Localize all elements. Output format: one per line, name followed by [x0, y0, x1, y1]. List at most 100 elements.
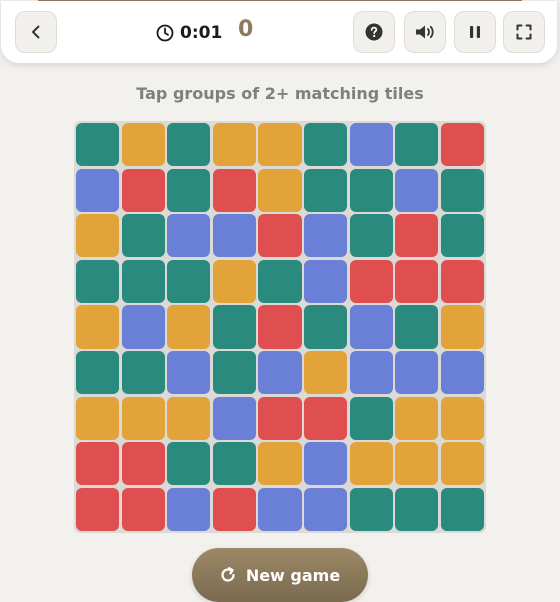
tile-r7-c1[interactable] [76, 396, 120, 440]
tile-r7-c2[interactable] [121, 396, 165, 440]
tile-r2-c2[interactable] [121, 168, 165, 212]
tile-r5-c5[interactable] [258, 305, 302, 349]
tile-r6-c2[interactable] [121, 351, 165, 395]
tile-r7-c8[interactable] [395, 396, 439, 440]
speaker-icon [416, 25, 434, 39]
tile-r1-c8[interactable] [395, 123, 439, 167]
tile-r3-c4[interactable] [212, 214, 256, 258]
fullscreen-icon [516, 24, 532, 40]
tile-r8-c5[interactable] [258, 442, 302, 486]
fullscreen-button[interactable] [503, 11, 545, 53]
tile-r9-c1[interactable] [76, 487, 120, 531]
tile-r9-c6[interactable] [304, 487, 348, 531]
pause-icon [470, 26, 480, 38]
tile-r1-c4[interactable] [212, 123, 256, 167]
tile-r3-c6[interactable] [304, 214, 348, 258]
tile-r1-c5[interactable] [258, 123, 302, 167]
tile-r3-c7[interactable] [349, 214, 393, 258]
tile-r9-c5[interactable] [258, 487, 302, 531]
tile-r2-c3[interactable] [167, 168, 211, 212]
tile-r8-c6[interactable] [304, 442, 348, 486]
tile-r4-c6[interactable] [304, 259, 348, 303]
sound-button[interactable] [404, 11, 446, 53]
tile-r6-c9[interactable] [440, 351, 484, 395]
tile-r4-c7[interactable] [349, 259, 393, 303]
tile-r8-c3[interactable] [167, 442, 211, 486]
tile-r1-c1[interactable] [76, 123, 120, 167]
tile-r1-c7[interactable] [349, 123, 393, 167]
help-button[interactable] [353, 11, 395, 53]
tile-r6-c1[interactable] [76, 351, 120, 395]
new-game-button[interactable]: New game [192, 548, 368, 602]
tile-r8-c8[interactable] [395, 442, 439, 486]
chevron-left-icon [32, 25, 40, 39]
tile-r7-c6[interactable] [304, 396, 348, 440]
tile-r9-c4[interactable] [212, 487, 256, 531]
tile-r3-c2[interactable] [121, 214, 165, 258]
tile-r5-c4[interactable] [212, 305, 256, 349]
restart-icon [221, 567, 235, 582]
tile-r7-c3[interactable] [167, 396, 211, 440]
tile-r6-c8[interactable] [395, 351, 439, 395]
tile-r4-c2[interactable] [121, 259, 165, 303]
tile-r9-c9[interactable] [440, 487, 484, 531]
tile-r7-c7[interactable] [349, 396, 393, 440]
tile-r6-c4[interactable] [212, 351, 256, 395]
tile-r2-c5[interactable] [258, 168, 302, 212]
tile-r3-c1[interactable] [76, 214, 120, 258]
tile-r3-c9[interactable] [440, 214, 484, 258]
tile-r4-c9[interactable] [440, 259, 484, 303]
tile-r9-c2[interactable] [121, 487, 165, 531]
tile-r1-c9[interactable] [440, 123, 484, 167]
pause-button[interactable] [454, 11, 496, 53]
tile-r7-c5[interactable] [258, 396, 302, 440]
tile-r2-c1[interactable] [76, 168, 120, 212]
tile-r8-c1[interactable] [76, 442, 120, 486]
tile-r7-c4[interactable] [212, 396, 256, 440]
tile-r7-c9[interactable] [440, 396, 484, 440]
tile-r3-c8[interactable] [395, 214, 439, 258]
tile-r2-c9[interactable] [440, 168, 484, 212]
tile-r3-c5[interactable] [258, 214, 302, 258]
instruction-text: Tap groups of 2+ matching tiles [136, 84, 424, 103]
tile-r5-c6[interactable] [304, 305, 348, 349]
tile-r5-c7[interactable] [349, 305, 393, 349]
timer-value: 0:01 [180, 23, 223, 43]
tile-r4-c4[interactable] [212, 259, 256, 303]
tile-r5-c1[interactable] [76, 305, 120, 349]
clock-icon [156, 24, 174, 42]
tile-r5-c2[interactable] [121, 305, 165, 349]
tile-r9-c8[interactable] [395, 487, 439, 531]
timer: 0:01 [156, 21, 222, 45]
game-board [74, 121, 486, 533]
tile-r8-c9[interactable] [440, 442, 484, 486]
tile-r6-c6[interactable] [304, 351, 348, 395]
game-header: 0:01 0 [1, 1, 557, 63]
tile-r4-c1[interactable] [76, 259, 120, 303]
tile-r5-c8[interactable] [395, 305, 439, 349]
tile-r1-c6[interactable] [304, 123, 348, 167]
tile-r4-c8[interactable] [395, 259, 439, 303]
tile-r6-c5[interactable] [258, 351, 302, 395]
tile-r2-c6[interactable] [304, 168, 348, 212]
tile-r8-c2[interactable] [121, 442, 165, 486]
tile-r8-c4[interactable] [212, 442, 256, 486]
tile-r9-c7[interactable] [349, 487, 393, 531]
tile-r2-c7[interactable] [349, 168, 393, 212]
tile-r4-c3[interactable] [167, 259, 211, 303]
tile-r1-c3[interactable] [167, 123, 211, 167]
tile-r1-c2[interactable] [121, 123, 165, 167]
tile-r2-c4[interactable] [212, 168, 256, 212]
tile-r5-c9[interactable] [440, 305, 484, 349]
tile-r2-c8[interactable] [395, 168, 439, 212]
tile-r6-c3[interactable] [167, 351, 211, 395]
back-button[interactable] [15, 11, 57, 53]
tile-r9-c3[interactable] [167, 487, 211, 531]
tile-r4-c5[interactable] [258, 259, 302, 303]
new-game-label: New game [245, 565, 341, 585]
tile-r6-c7[interactable] [349, 351, 393, 395]
tile-r3-c3[interactable] [167, 214, 211, 258]
tile-r8-c7[interactable] [349, 442, 393, 486]
tile-r5-c3[interactable] [167, 305, 211, 349]
help-icon [365, 23, 383, 41]
